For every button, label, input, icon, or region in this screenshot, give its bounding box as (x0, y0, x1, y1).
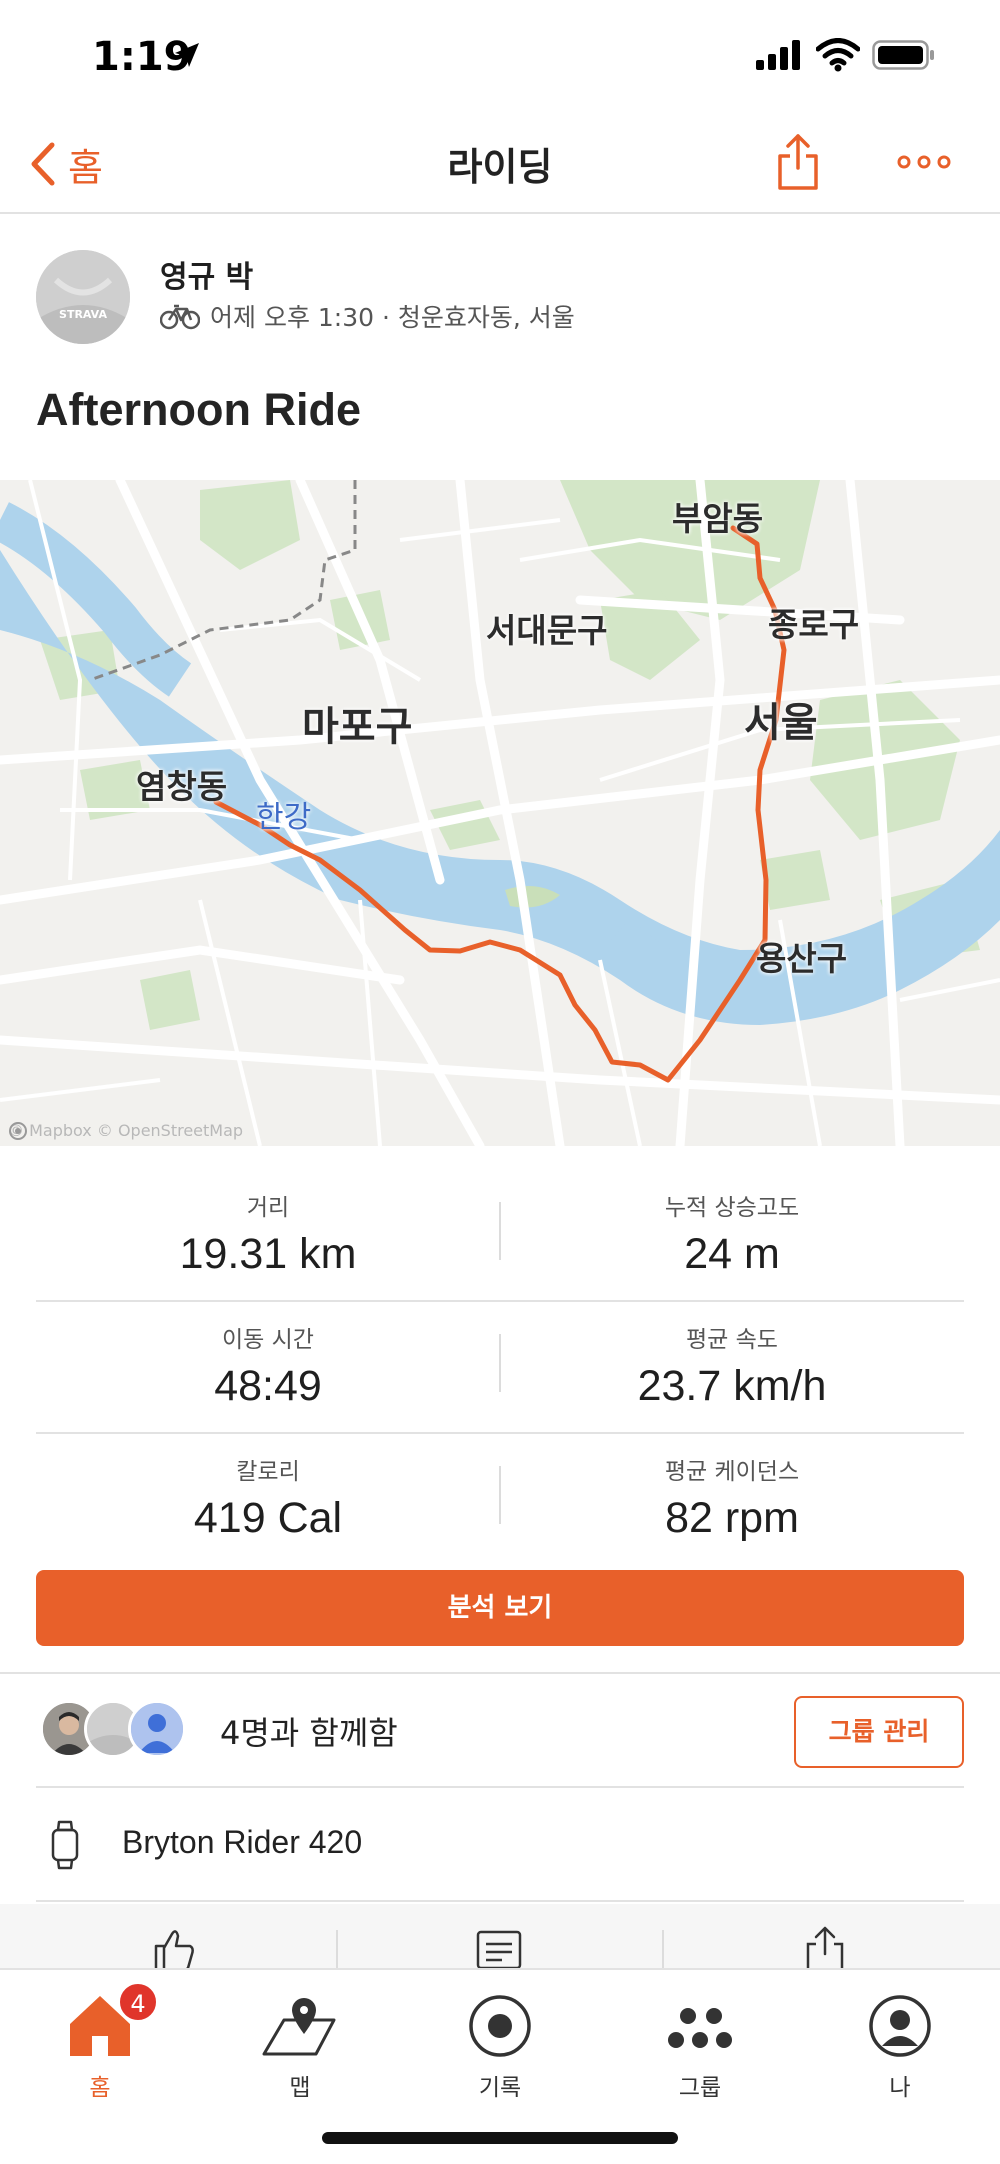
device-row[interactable]: Bryton Rider 420 (36, 1788, 964, 1900)
stat-value: 24 m (684, 1230, 780, 1278)
activity-meta: 어제 오후 1:30 · 청운효자동, 서울 (160, 298, 575, 334)
map-label-seoul: 서울 (744, 700, 818, 746)
home-indicator[interactable] (322, 2132, 678, 2144)
map-attribution-text: © Mapbox © OpenStreetMap (8, 1121, 244, 1140)
avatar (128, 1700, 186, 1758)
stat-value: 82 rpm (665, 1494, 799, 1542)
divider (36, 1900, 964, 1902)
stat-row: 칼로리 419 Cal 평균 케이던스 82 rpm (36, 1434, 964, 1566)
tab-home[interactable]: 4 홈 (0, 1976, 200, 2126)
map-label-buam: 부암동 (672, 499, 764, 538)
status-bar: 1:19 (0, 0, 1000, 112)
profile-icon (869, 1995, 931, 2057)
device-name: Bryton Rider 420 (122, 1824, 363, 1860)
route-map[interactable]: 부암동 서대문구 종로구 마포구 서울 염창동 한강 용산구 © Mapbox … (0, 480, 1000, 1146)
activity-meta-text: 어제 오후 1:30 · 청운효자동, 서울 (210, 303, 575, 332)
map-icon-wrap (260, 1990, 340, 2060)
stat-label: 칼로리 (236, 1459, 300, 1485)
location-arrow-icon (175, 43, 199, 67)
record-icon-wrap (460, 1990, 540, 2060)
athlete-header[interactable]: STRAVA 영규 박 어제 오후 1:30 · 청운효자동, 서울 (36, 250, 976, 344)
map-icon (262, 1998, 336, 2056)
battery-icon (872, 40, 934, 70)
tab-profile[interactable]: 나 (800, 1976, 1000, 2126)
record-icon (469, 1995, 531, 2057)
bicycle-icon (160, 304, 200, 330)
stat-label: 거리 (246, 1195, 290, 1221)
divider (662, 1930, 664, 1970)
group-text: 4명과 함께함 (220, 1714, 398, 1752)
cellular-signal-icon (756, 40, 800, 70)
map-label-yongsan: 용산구 (756, 939, 848, 978)
tab-record[interactable]: 기록 (400, 1976, 600, 2126)
tab-label: 맵 (289, 2075, 311, 2101)
navigation-bar: 홈 라이딩 (0, 112, 1000, 214)
stat-label: 평균 속도 (686, 1327, 778, 1353)
tab-label: 나 (889, 2075, 911, 2101)
activity-actions (0, 1904, 1000, 1970)
stats-grid: 거리 19.31 km 누적 상승고도 24 m 이동 시간 48:49 평균 … (36, 1170, 964, 1566)
map-attribution[interactable]: © Mapbox © OpenStreetMap (8, 1121, 243, 1140)
wifi-icon (816, 38, 860, 72)
tab-label: 그룹 (678, 2075, 722, 2101)
map-canvas (0, 480, 1000, 1146)
default-user-icon (131, 1703, 183, 1755)
tab-groups[interactable]: 그룹 (600, 1976, 800, 2126)
map-label-seodaemun: 서대문구 (486, 611, 608, 650)
stat-label: 평균 케이던스 (664, 1459, 800, 1485)
map-label-mapo: 마포구 (302, 704, 413, 750)
share-icon[interactable] (800, 1924, 850, 1970)
tab-label: 홈 (89, 2075, 111, 2101)
stat-avg-speed: 평균 속도 23.7 km/h (500, 1320, 964, 1411)
stat-moving-time: 이동 시간 48:49 (36, 1320, 500, 1411)
divider (336, 1930, 338, 1970)
manage-group-button[interactable]: 그룹 관리 (794, 1696, 964, 1768)
group-activity-row[interactable]: 4명과 함께함 그룹 관리 (36, 1672, 964, 1784)
stat-value: 48:49 (214, 1362, 322, 1410)
groups-icon (668, 2008, 732, 2048)
stat-value: 419 Cal (193, 1494, 343, 1542)
athlete-avatar[interactable]: STRAVA (36, 250, 130, 344)
mapbox-logo-icon (9, 1122, 27, 1140)
profile-icon-wrap (860, 1990, 940, 2060)
avatar-strava-text: STRAVA (59, 308, 107, 321)
share-icon[interactable] (776, 132, 820, 192)
activity-title: Afternoon Ride (36, 384, 361, 435)
stat-row: 이동 시간 48:49 평균 속도 23.7 km/h (36, 1302, 964, 1434)
watch-icon (51, 1820, 79, 1870)
view-analysis-button[interactable]: 분석 보기 (36, 1570, 964, 1646)
stat-elevation-gain: 누적 상승고도 24 m (500, 1188, 964, 1279)
stat-distance: 거리 19.31 km (36, 1188, 500, 1279)
home-icon-wrap: 4 (60, 1982, 158, 2060)
thumbs-up-icon[interactable] (148, 1924, 198, 1970)
athlete-name[interactable]: 영규 박 (160, 252, 253, 296)
stat-calories: 칼로리 419 Cal (36, 1452, 500, 1543)
page-title: 라이딩 (447, 145, 553, 189)
stat-label: 이동 시간 (222, 1327, 314, 1353)
tab-map[interactable]: 맵 (200, 1976, 400, 2126)
stat-label: 누적 상승고도 (664, 1195, 800, 1221)
stat-avg-cadence: 평균 케이던스 82 rpm (500, 1452, 964, 1543)
more-options-icon[interactable] (896, 152, 952, 172)
stat-row: 거리 19.31 km 누적 상승고도 24 m (36, 1170, 964, 1302)
map-label-yeomchang: 염창동 (136, 767, 228, 806)
stat-value: 23.7 km/h (637, 1362, 827, 1410)
groups-icon-wrap (660, 1990, 740, 2060)
comment-icon[interactable] (474, 1924, 524, 1970)
strava-avatar-icon: STRAVA (36, 250, 130, 344)
notification-badge: 4 (118, 1982, 158, 2022)
group-avatars (40, 1700, 190, 1758)
map-label-jongno: 종로구 (768, 605, 860, 644)
map-label-hangang: 한강 (256, 800, 312, 835)
tab-label: 기록 (478, 2075, 522, 2101)
stat-value: 19.31 km (179, 1230, 357, 1278)
